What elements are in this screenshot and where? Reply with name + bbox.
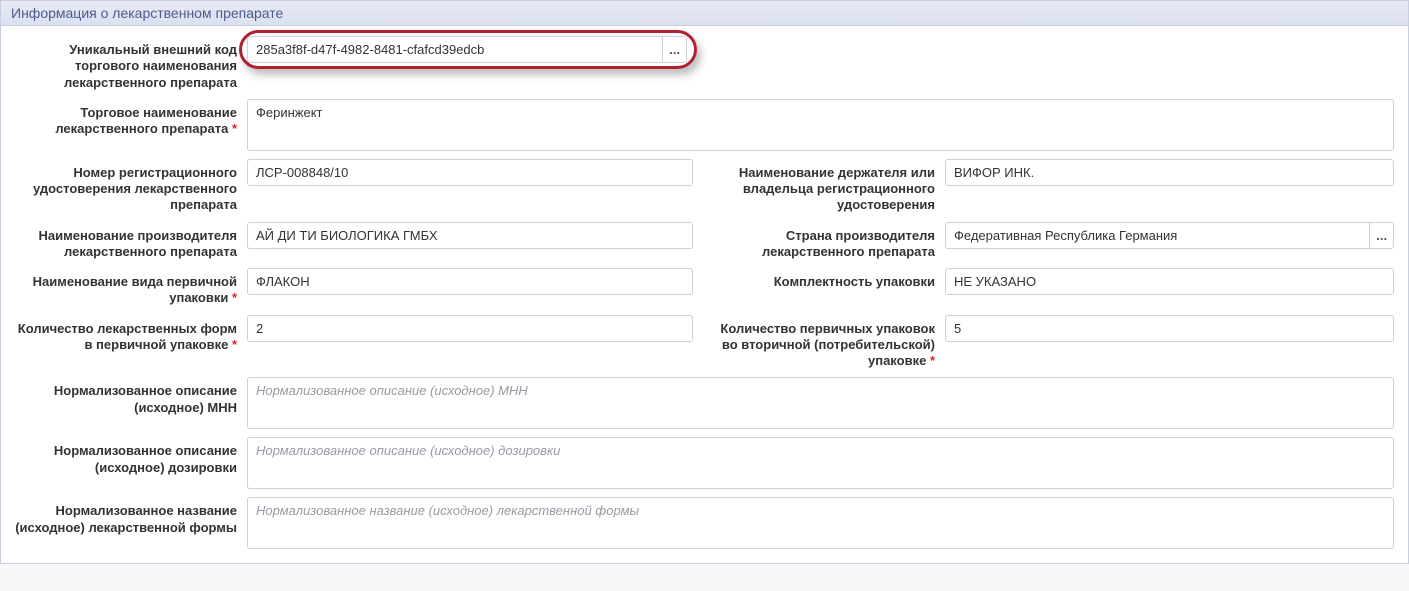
- completeness-input[interactable]: [945, 268, 1394, 295]
- primary-in-secondary-input[interactable]: [945, 315, 1394, 342]
- unique-code-lookup-button[interactable]: ...: [662, 36, 687, 63]
- label-reg-number: Номер регистрационного удостоверения лек…: [15, 159, 247, 214]
- norm-mnn-input[interactable]: [247, 377, 1394, 429]
- required-marker: *: [232, 337, 237, 352]
- unique-code-input[interactable]: [247, 36, 662, 63]
- reg-number-input[interactable]: [247, 159, 693, 186]
- trade-name-input[interactable]: [247, 99, 1394, 151]
- norm-form-input[interactable]: [247, 497, 1394, 549]
- panel-title: Информация о лекарственном препарате: [1, 1, 1408, 26]
- country-input[interactable]: [945, 222, 1369, 249]
- holder-input[interactable]: [945, 159, 1394, 186]
- manufacturer-input[interactable]: [247, 222, 693, 249]
- drug-info-panel: Информация о лекарственном препарате Уни…: [0, 0, 1409, 564]
- label-forms-in-primary: Количество лекарственных форм в первично…: [15, 315, 247, 354]
- label-completeness: Комплектность упаковки: [713, 268, 945, 290]
- label-primary-in-secondary: Количество первичных упаковок во вторичн…: [713, 315, 945, 370]
- label-norm-mnn: Нормализованное описание (исходное) МНН: [15, 377, 247, 416]
- label-manufacturer: Наименование производителя лекарственног…: [15, 222, 247, 261]
- required-marker: *: [232, 290, 237, 305]
- label-country: Страна производителя лекарственного преп…: [713, 222, 945, 261]
- forms-in-primary-input[interactable]: [247, 315, 693, 342]
- label-norm-dosage: Нормализованное описание (исходное) дози…: [15, 437, 247, 476]
- label-holder: Наименование держателя или владельца рег…: [713, 159, 945, 214]
- form-body: Уникальный внешний код торгового наимено…: [1, 26, 1408, 563]
- label-trade-name: Торговое наименование лекарственного пре…: [15, 99, 247, 138]
- required-marker: *: [930, 353, 935, 368]
- label-unique-code: Уникальный внешний код торгового наимено…: [15, 36, 247, 91]
- country-lookup-button[interactable]: ...: [1369, 222, 1394, 249]
- norm-dosage-input[interactable]: [247, 437, 1394, 489]
- label-norm-form: Нормализованное название (исходное) лека…: [15, 497, 247, 536]
- label-primary-pack-type: Наименование вида первичной упаковки *: [15, 268, 247, 307]
- required-marker: *: [232, 121, 237, 136]
- primary-pack-type-input[interactable]: [247, 268, 693, 295]
